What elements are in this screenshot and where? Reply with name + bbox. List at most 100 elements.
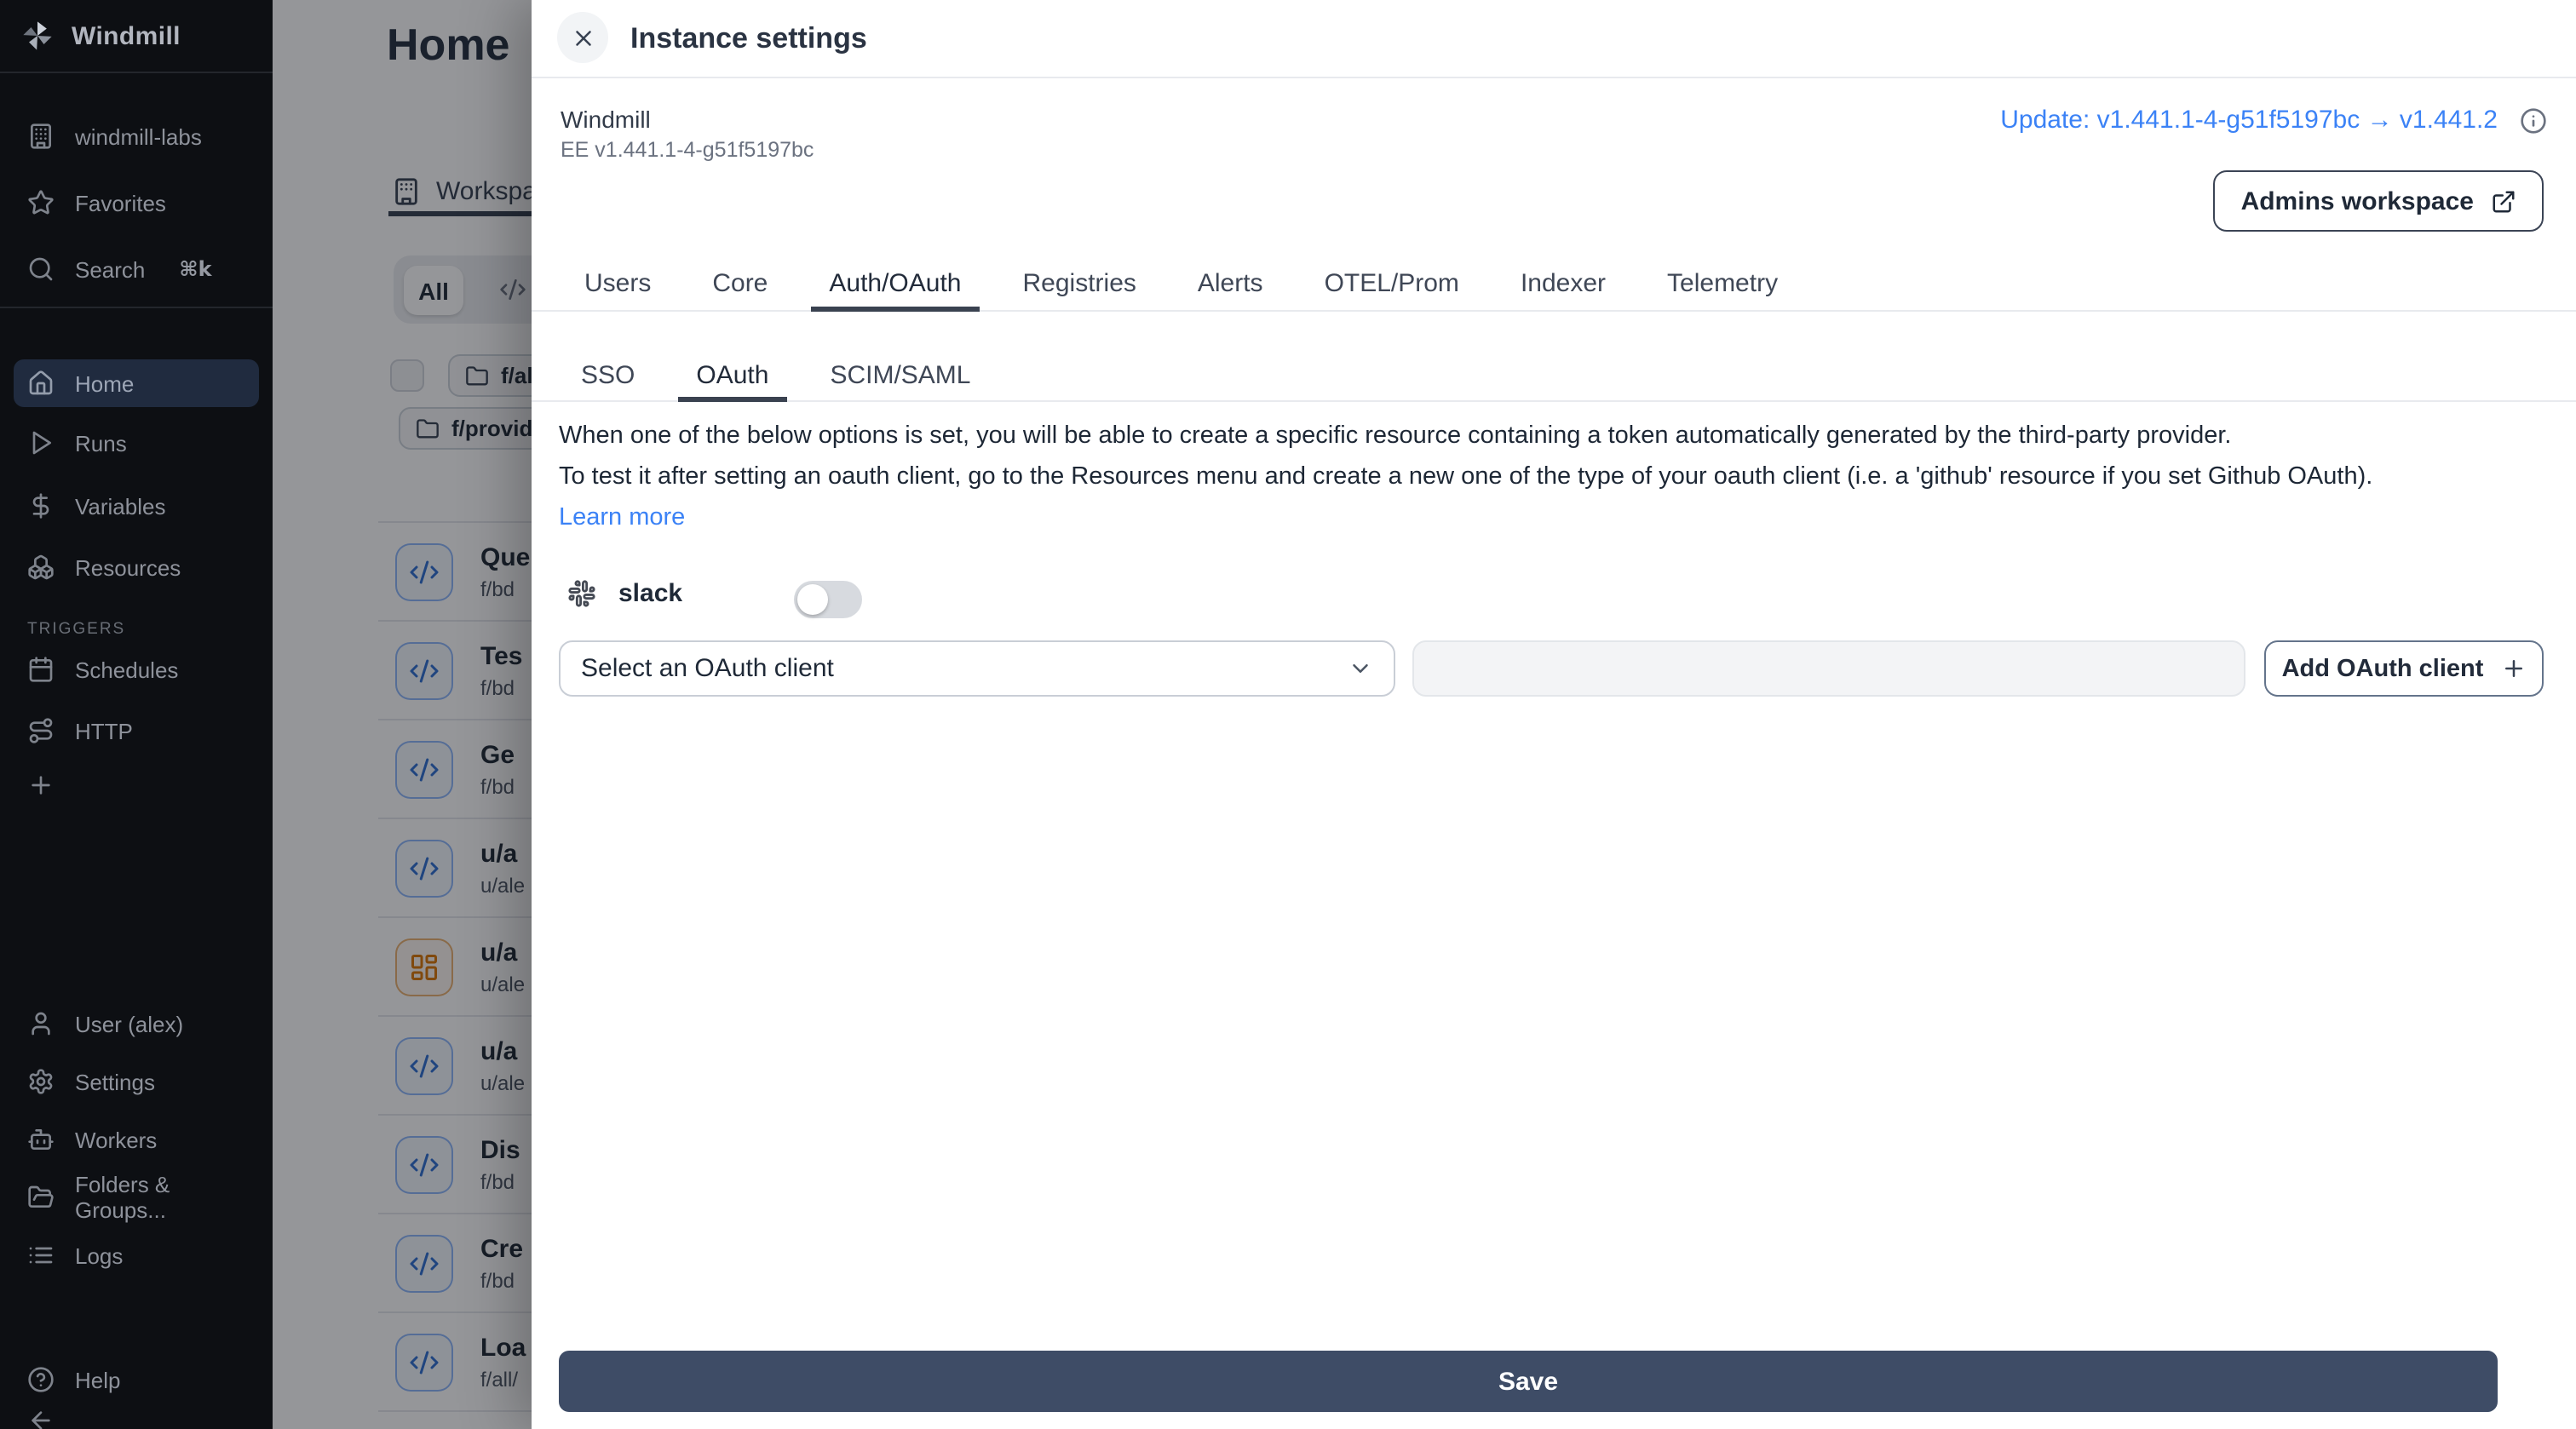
bot-icon — [27, 1126, 55, 1153]
admins-workspace-button[interactable]: Admins workspace — [2213, 170, 2544, 232]
folder-open-icon — [27, 1184, 55, 1211]
drawer-header: Instance settings — [532, 0, 2576, 78]
close-icon — [570, 25, 595, 50]
sidebar-item-search[interactable]: Search ⌘k — [14, 245, 259, 293]
slack-provider-row: slack — [567, 579, 682, 608]
tab-alerts[interactable]: Alerts — [1179, 255, 1282, 310]
sidebar-divider — [0, 307, 273, 308]
sidebar-item-logs[interactable]: Logs — [14, 1231, 259, 1279]
sidebar-item-label: Resources — [75, 554, 181, 580]
calendar-icon — [27, 656, 55, 683]
select-value: Select an OAuth client — [581, 654, 834, 683]
app-name: Windmill — [561, 106, 651, 133]
learn-more-link[interactable]: Learn more — [559, 497, 685, 538]
sidebar-item-label: Help — [75, 1367, 121, 1392]
tab-core[interactable]: Core — [693, 255, 786, 310]
search-shortcut: ⌘k — [179, 257, 212, 281]
sidebar-item-schedules[interactable]: Schedules — [14, 646, 259, 693]
sidebar-item-label: Schedules — [75, 657, 179, 682]
boxes-icon — [27, 554, 55, 581]
drawer-title: Instance settings — [630, 22, 867, 55]
route-icon — [27, 717, 55, 744]
sidebar-header: Windmill — [0, 0, 273, 73]
plus-icon — [27, 772, 55, 799]
brand-name: Windmill — [72, 21, 181, 50]
description-line-2: To test it after setting an oauth client… — [559, 463, 2373, 491]
info-icon[interactable] — [2520, 106, 2547, 134]
building-icon — [27, 123, 55, 150]
add-oauth-client-button[interactable]: Add OAuth client — [2264, 640, 2544, 697]
sidebar-item-label: Home — [75, 370, 135, 396]
slack-oauth-toggle[interactable] — [794, 581, 862, 618]
tab-telemetry[interactable]: Telemetry — [1648, 255, 1797, 310]
update-link[interactable]: Update: v1.441.1-4-g51f5197bc → v1.441.2 — [2000, 106, 2498, 135]
tab-registries[interactable]: Registries — [1004, 255, 1155, 310]
toggle-knob — [797, 584, 828, 615]
sidebar-item-folders-groups[interactable]: Folders & Groups... — [14, 1172, 259, 1223]
sidebar-item-http[interactable]: HTTP — [14, 707, 259, 755]
description-line-1: When one of the below options is set, yo… — [559, 422, 2232, 450]
chevron-down-icon — [1348, 656, 1373, 681]
add-trigger-button[interactable] — [14, 761, 259, 809]
close-button[interactable] — [557, 12, 608, 63]
list-icon — [27, 1242, 55, 1269]
sidebar-item-label: Settings — [75, 1069, 155, 1094]
sidebar-item-settings[interactable]: Settings — [14, 1058, 259, 1105]
sidebar-item-label: Favorites — [75, 190, 166, 215]
windmill-app: Windmill windmill-labs Favorites Search … — [0, 0, 2576, 1429]
sidebar-item-user[interactable]: User (alex) — [14, 1000, 259, 1047]
search-icon — [27, 255, 55, 283]
version-text: EE v1.441.1-4-g51f5197bc — [561, 138, 814, 162]
home-icon — [27, 370, 55, 397]
tab-users[interactable]: Users — [566, 255, 670, 310]
provider-name: slack — [618, 579, 683, 608]
subtab-oauth[interactable]: OAuth — [677, 351, 787, 402]
sidebar: Windmill windmill-labs Favorites Search … — [0, 0, 273, 1429]
triggers-section-label: TRIGGERS — [27, 620, 126, 639]
subtab-scim-saml[interactable]: SCIM/SAML — [811, 351, 989, 400]
settings-tabs: Users Core Auth/OAuth Registries Alerts … — [532, 255, 2576, 312]
play-icon — [27, 429, 55, 456]
gear-icon — [27, 1068, 55, 1095]
sidebar-item-resources[interactable]: Resources — [14, 543, 259, 591]
tab-otel-prom[interactable]: OTEL/Prom — [1306, 255, 1478, 310]
sidebar-item-label: HTTP — [75, 718, 133, 743]
sidebar-item-label: Folders & Groups... — [75, 1172, 170, 1223]
collapse-sidebar-button[interactable] — [14, 1397, 259, 1429]
help-circle-icon — [27, 1366, 55, 1393]
sidebar-item-label: Search — [75, 256, 146, 282]
update-row: Update: v1.441.1-4-g51f5197bc → v1.441.2 — [2000, 106, 2547, 135]
sidebar-item-workspace[interactable]: windmill-labs — [14, 112, 259, 160]
sidebar-item-label: Runs — [75, 430, 127, 456]
sidebar-item-favorites[interactable]: Favorites — [14, 179, 259, 227]
tab-indexer[interactable]: Indexer — [1502, 255, 1624, 310]
user-icon — [27, 1010, 55, 1037]
oauth-client-select[interactable]: Select an OAuth client — [559, 640, 1395, 697]
windmill-logo-icon — [20, 19, 55, 53]
sidebar-item-label: Logs — [75, 1242, 124, 1268]
sidebar-item-variables[interactable]: Variables — [14, 482, 259, 530]
tab-auth-oauth[interactable]: Auth/OAuth — [810, 255, 980, 312]
star-icon — [27, 189, 55, 216]
sidebar-item-label: windmill-labs — [75, 123, 202, 149]
arrow-left-icon — [27, 1407, 55, 1429]
oauth-client-input[interactable] — [1412, 640, 2245, 697]
add-oauth-client-label: Add OAuth client — [2281, 655, 2484, 682]
sidebar-item-home[interactable]: Home — [14, 359, 259, 407]
slack-icon — [567, 579, 596, 608]
sidebar-item-label: Variables — [75, 493, 166, 519]
dollar-icon — [27, 492, 55, 519]
subtab-sso[interactable]: SSO — [562, 351, 653, 400]
sidebar-item-workers[interactable]: Workers — [14, 1116, 259, 1163]
instance-settings-drawer: Instance settings Windmill EE v1.441.1-4… — [532, 0, 2576, 1429]
sidebar-item-label: User (alex) — [75, 1011, 184, 1036]
admins-workspace-label: Admins workspace — [2240, 187, 2474, 215]
auth-subtabs: SSO OAuth SCIM/SAML — [532, 351, 2576, 402]
oauth-client-controls: Select an OAuth client Add OAuth client — [532, 640, 2576, 697]
save-button[interactable]: Save — [559, 1351, 2498, 1412]
plus-icon — [2500, 656, 2526, 681]
sidebar-item-label: Workers — [75, 1127, 158, 1152]
oauth-description: When one of the below options is set, yo… — [559, 416, 2518, 538]
sidebar-item-runs[interactable]: Runs — [14, 419, 259, 467]
external-link-icon — [2491, 188, 2516, 214]
